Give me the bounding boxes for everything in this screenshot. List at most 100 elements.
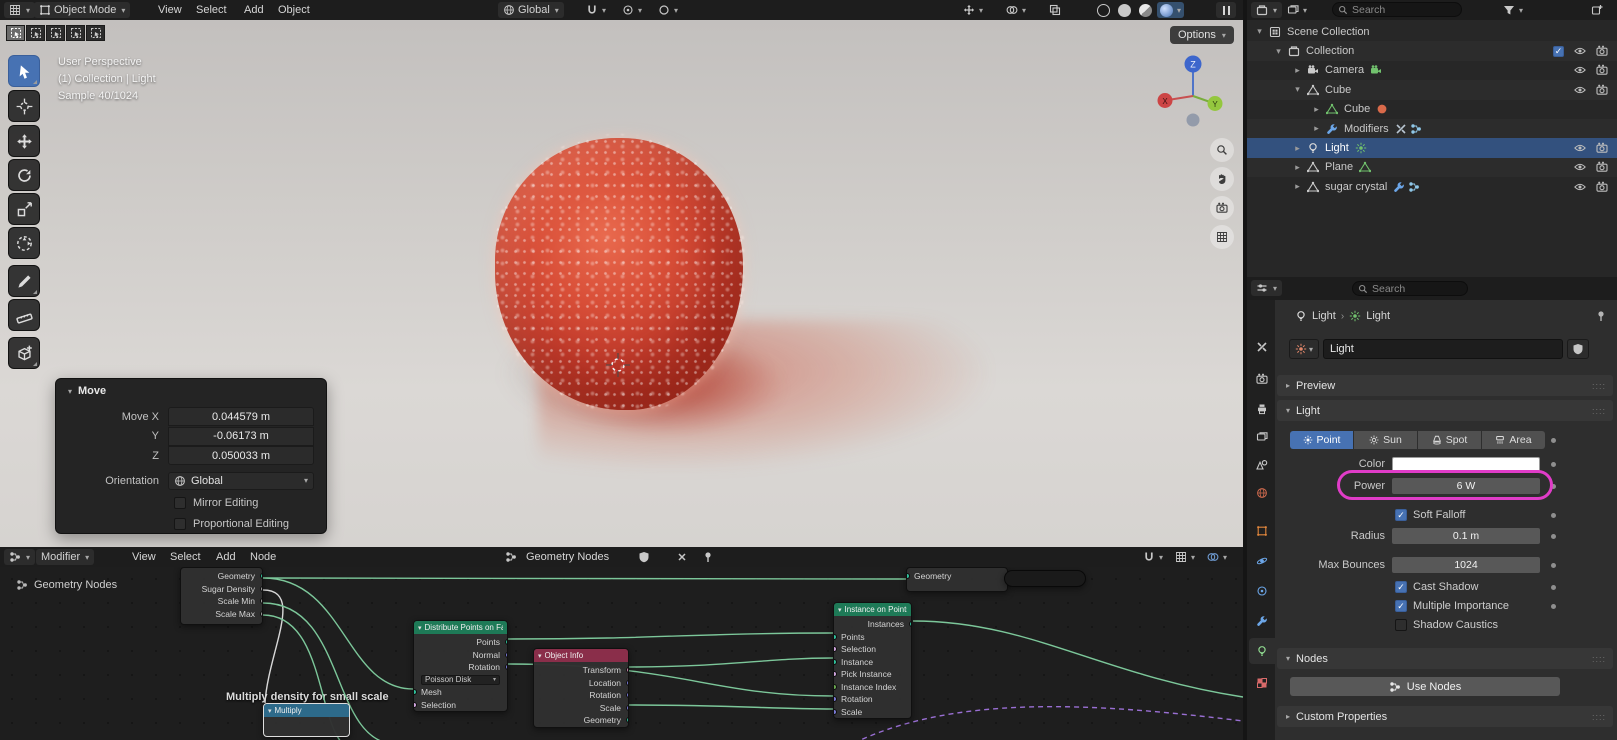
- menu-add[interactable]: Add: [210, 549, 242, 565]
- unlink-icon[interactable]: [676, 549, 688, 565]
- multiple-importance-checkbox[interactable]: [1395, 600, 1407, 612]
- material-icon[interactable]: [1376, 103, 1388, 115]
- render-icon[interactable]: [1596, 181, 1608, 193]
- render-icon[interactable]: [1596, 64, 1608, 76]
- node-editor-canvas[interactable]: Geometry Nodes Multiply density for smal…: [0, 567, 1243, 740]
- move-y-field[interactable]: -0.06173 m: [168, 426, 314, 446]
- tool-rotate[interactable]: [8, 159, 40, 191]
- camera-data-icon[interactable]: [1370, 64, 1382, 76]
- nodetree-icon[interactable]: [1408, 181, 1420, 193]
- move-z-field[interactable]: 0.050033 m: [168, 446, 314, 465]
- outliner-row-modifiers[interactable]: ▸ Modifiers: [1247, 119, 1617, 138]
- fake-user-icon[interactable]: [638, 549, 650, 565]
- move-operator-panel[interactable]: ▾ Move Move X 0.044579 m Y -0.06173 m Z 0.05…: [55, 378, 327, 534]
- render-icon[interactable]: [1596, 161, 1608, 173]
- mesh-data-icon[interactable]: [1359, 161, 1371, 173]
- light-type-sun[interactable]: Sun: [1354, 431, 1417, 449]
- filter-icon[interactable]: ▾: [1503, 2, 1523, 18]
- properties-tab-object[interactable]: [1249, 518, 1275, 544]
- mesh-obj-icon[interactable]: [1307, 161, 1319, 173]
- chevron-right-icon[interactable]: ▸: [1310, 104, 1323, 115]
- node-tree-icon[interactable]: [505, 549, 517, 565]
- pin-icon[interactable]: [702, 549, 714, 565]
- node-header-object-info[interactable]: ▾ Object Info: [534, 649, 628, 662]
- gizmo-neg-z-axis[interactable]: [1186, 113, 1200, 127]
- editor-type-selector[interactable]: ▾: [4, 549, 36, 565]
- animate-dot[interactable]: [1551, 584, 1556, 590]
- node-header-instance-on-points[interactable]: ▾ Instance on Points: [834, 603, 911, 616]
- menu-select[interactable]: Select: [164, 549, 207, 565]
- outliner-row-light[interactable]: ▸ Light: [1247, 138, 1617, 158]
- node-enum-field[interactable]: Poisson Disk ▾: [421, 674, 500, 685]
- chevron-down-icon[interactable]: ▾: [1272, 46, 1285, 57]
- show-overlays-dropdown[interactable]: ▾: [1006, 2, 1026, 18]
- mesh-data-icon[interactable]: [1326, 103, 1338, 115]
- properties-tab-tool[interactable]: [1249, 334, 1275, 360]
- pause-render-button[interactable]: [1216, 2, 1236, 18]
- properties-tab-output[interactable]: [1249, 396, 1275, 422]
- node-socket[interactable]: [834, 658, 837, 665]
- navigation-gizmo[interactable]: Z X Y: [1148, 50, 1238, 134]
- select-mode-subtract[interactable]: [46, 25, 65, 41]
- editor-type-selector[interactable]: ▾: [4, 2, 36, 18]
- animate-dot[interactable]: [1551, 533, 1556, 539]
- tool-scale[interactable]: [8, 193, 40, 225]
- outliner-search[interactable]: [1332, 2, 1462, 17]
- options-dropdown[interactable]: Options ▾: [1170, 26, 1234, 44]
- animate-dot[interactable]: [1551, 437, 1556, 443]
- select-mode-intersect[interactable]: [86, 25, 105, 41]
- properties-tab-view-layer[interactable]: [1249, 424, 1275, 450]
- node-group-input[interactable]: Geometry Sugar Density Scale Min Scale Max: [180, 567, 263, 625]
- eye-icon[interactable]: [1574, 64, 1586, 76]
- eye-icon[interactable]: [1574, 45, 1586, 57]
- outliner-row-plane[interactable]: ▸ Plane: [1247, 158, 1617, 177]
- node-socket[interactable]: [259, 598, 262, 605]
- menu-view[interactable]: View: [126, 549, 162, 565]
- chevron-right-icon[interactable]: ▸: [1291, 143, 1304, 154]
- eye-icon[interactable]: [1574, 181, 1586, 193]
- node-socket[interactable]: [414, 689, 417, 696]
- show-gizmo-dropdown[interactable]: ▾: [963, 2, 983, 18]
- eye-icon[interactable]: [1574, 84, 1586, 96]
- menu-add[interactable]: Add: [238, 2, 270, 18]
- snap-target-dropdown[interactable]: ▾: [1175, 549, 1195, 565]
- section-preview[interactable]: ▸ Preview::::: [1277, 375, 1613, 396]
- select-mode-invert[interactable]: [66, 25, 85, 41]
- properties-tab-texture[interactable]: [1249, 670, 1275, 696]
- menu-object[interactable]: Object: [272, 2, 316, 18]
- snap-toggle[interactable]: ▾: [1143, 549, 1163, 565]
- breadcrumb-object[interactable]: Light: [1312, 310, 1336, 322]
- node-socket[interactable]: [907, 573, 910, 580]
- orientation-dropdown[interactable]: Global ▾: [168, 471, 314, 490]
- use-nodes-button[interactable]: Use Nodes: [1290, 677, 1560, 696]
- shadow-caustics-checkbox[interactable]: [1395, 619, 1407, 631]
- outliner-row-collection[interactable]: ▾ Collection: [1247, 41, 1617, 60]
- light-name-field[interactable]: [1323, 339, 1563, 359]
- light-type-spot[interactable]: Spot: [1418, 431, 1481, 449]
- pan-hand-button[interactable]: [1210, 167, 1234, 191]
- shading-material[interactable]: [1136, 2, 1155, 18]
- chevron-right-icon[interactable]: ▸: [1291, 65, 1304, 76]
- chevron-right-icon[interactable]: ▸: [1291, 181, 1304, 192]
- select-mode-extend[interactable]: [26, 25, 45, 41]
- properties-tab-particles[interactable]: [1249, 548, 1275, 574]
- shading-wireframe[interactable]: [1094, 2, 1113, 18]
- properties-tab-world[interactable]: [1249, 480, 1275, 506]
- properties-tab-scene[interactable]: [1249, 452, 1275, 478]
- section-custom-properties[interactable]: ▸ Custom Properties::::: [1277, 706, 1613, 727]
- proportional-editing-toggle[interactable]: ▾: [658, 2, 678, 18]
- scene-icon[interactable]: [1269, 26, 1281, 38]
- select-mode-new[interactable]: [6, 25, 25, 41]
- light-object-icon[interactable]: [1295, 310, 1307, 322]
- animate-dot[interactable]: [1551, 562, 1556, 568]
- section-light[interactable]: ▾ Light::::: [1277, 400, 1613, 421]
- node-socket[interactable]: [834, 633, 837, 640]
- color-swatch[interactable]: [1392, 456, 1540, 472]
- light-data-icon[interactable]: [1355, 142, 1367, 154]
- outliner-row-cube[interactable]: ▾ Cube: [1247, 80, 1617, 99]
- pin-icon[interactable]: [1595, 310, 1607, 322]
- ortho-toggle-button[interactable]: [1210, 225, 1234, 249]
- tool-transform[interactable]: [8, 227, 40, 259]
- power-field[interactable]: 6 W: [1392, 478, 1540, 494]
- camera-icon[interactable]: [1307, 64, 1319, 76]
